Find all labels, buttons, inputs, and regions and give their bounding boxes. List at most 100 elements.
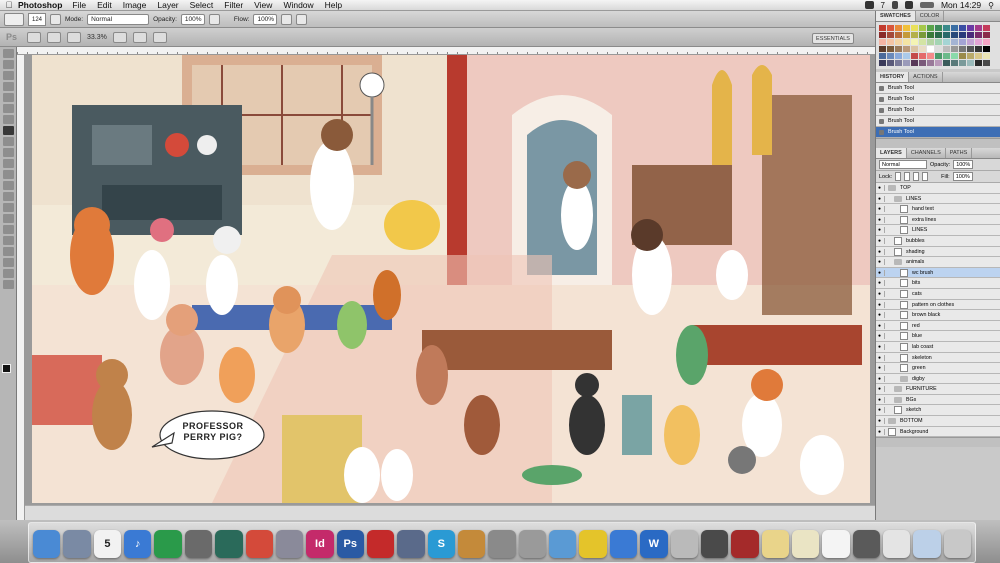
layer-row[interactable]: ● TOP (876, 183, 1000, 194)
layer-row[interactable]: ● BOTTOM (876, 416, 1000, 427)
clone-stamp-tool-icon[interactable] (2, 137, 14, 146)
color-swatch[interactable] (919, 25, 926, 31)
pressure-size-icon[interactable] (296, 13, 308, 25)
color-swatch[interactable] (935, 25, 942, 31)
lasso-tool-icon[interactable] (2, 71, 14, 80)
screen-mode-button[interactable] (152, 31, 167, 43)
color-swatch[interactable] (975, 32, 982, 38)
color-swatch[interactable] (887, 32, 894, 38)
dodge-tool-icon[interactable] (2, 192, 14, 201)
quick-select-tool-icon[interactable] (2, 82, 14, 91)
marquee-tool-icon[interactable] (2, 60, 14, 69)
menu-filter[interactable]: Filter (224, 0, 243, 10)
color-swatch[interactable] (967, 25, 974, 31)
eye-icon[interactable]: ● (878, 322, 885, 329)
eye-icon[interactable]: ● (878, 206, 885, 213)
horizontal-scrollbar[interactable] (25, 505, 875, 520)
color-swatch[interactable] (967, 32, 974, 38)
eye-icon[interactable]: ● (878, 216, 885, 223)
color-swatch[interactable] (911, 32, 918, 38)
launch-bridge-button[interactable] (27, 31, 42, 43)
color-swatch[interactable] (919, 53, 926, 59)
color-swatch[interactable] (951, 32, 958, 38)
color-swatch[interactable] (983, 25, 990, 31)
doc-icon[interactable] (822, 530, 850, 558)
color-swatch[interactable] (935, 46, 942, 52)
color-swatch[interactable] (927, 60, 934, 66)
calendar-icon[interactable]: 5 (93, 530, 122, 558)
color-swatch[interactable] (975, 39, 982, 45)
brush-panel-toggle-icon[interactable] (50, 13, 61, 25)
preview-icon[interactable] (63, 530, 91, 558)
hand-tool-button[interactable] (112, 31, 127, 43)
color-swatch[interactable] (927, 46, 934, 52)
color-swatch[interactable] (943, 53, 950, 59)
ink-pen-icon[interactable] (397, 530, 425, 558)
itunes-icon[interactable]: ♪ (124, 530, 152, 558)
layer-row[interactable]: ● pattern on clothes (876, 299, 1000, 311)
window-icon[interactable] (852, 530, 881, 558)
layer-row[interactable]: ● wc brush (876, 267, 1000, 279)
eye-icon[interactable]: ● (878, 365, 885, 372)
calculator-icon[interactable] (518, 530, 547, 558)
color-swatch[interactable] (983, 39, 990, 45)
fill-field[interactable]: 100% (952, 172, 973, 181)
color-swatch[interactable] (887, 25, 894, 31)
lock-transparency-icon[interactable] (895, 172, 902, 181)
brush-size-picker[interactable]: 124 (28, 12, 46, 26)
word-icon[interactable]: W (640, 530, 668, 558)
color-swatch[interactable] (879, 32, 886, 38)
screen-icon[interactable] (731, 530, 759, 558)
move-tool-icon[interactable] (2, 49, 14, 58)
history-item[interactable]: Brush Tool (876, 94, 1000, 105)
color-swatch[interactable] (879, 25, 886, 31)
clock[interactable]: Mon 14:29 (941, 0, 981, 10)
menu-help[interactable]: Help (325, 0, 342, 10)
eye-icon[interactable]: ● (878, 237, 885, 244)
menu-edit[interactable]: Edit (97, 0, 112, 10)
app-menu[interactable]: Photoshop (18, 0, 62, 10)
pen-tool-icon[interactable] (2, 203, 14, 212)
color-swatch[interactable] (903, 53, 910, 59)
eye-icon[interactable]: ● (878, 407, 885, 414)
crop-tool-icon[interactable] (2, 93, 14, 102)
blend-mode-dropdown[interactable]: Normal (879, 160, 927, 169)
color-swatch[interactable] (951, 39, 958, 45)
eye-icon[interactable]: ● (878, 343, 885, 350)
color-swatch[interactable] (895, 46, 902, 52)
eye-icon[interactable]: ● (878, 333, 885, 340)
color-swatch[interactable] (975, 60, 982, 66)
color-swatch[interactable] (975, 46, 982, 52)
color-swatch[interactable] (959, 39, 966, 45)
menu-window[interactable]: Window (283, 0, 313, 10)
cyberduck-icon[interactable] (579, 530, 607, 558)
color-swatch[interactable] (983, 32, 990, 38)
color-swatch[interactable] (895, 25, 902, 31)
color-swatch[interactable] (919, 46, 926, 52)
layer-row[interactable]: ● hand text (876, 204, 1000, 215)
tab-color[interactable]: COLOR (916, 11, 945, 21)
wunderlist-icon[interactable] (609, 530, 638, 558)
color-swatch[interactable] (959, 32, 966, 38)
eraser-tool-icon[interactable] (2, 159, 14, 168)
color-swatch[interactable] (887, 60, 894, 66)
layer-row[interactable]: ● LINES (876, 225, 1000, 236)
eye-icon[interactable]: ● (878, 227, 885, 234)
menu-view[interactable]: View (254, 0, 272, 10)
blur-tool-icon[interactable] (2, 181, 14, 190)
time-machine-icon[interactable] (215, 530, 243, 558)
color-swatch[interactable] (911, 25, 918, 31)
color-swatch[interactable] (879, 53, 886, 59)
history-brush-tool-icon[interactable] (2, 148, 14, 157)
color-swatch[interactable] (927, 53, 934, 59)
spotify-icon[interactable] (154, 530, 182, 558)
color-swatch[interactable] (919, 39, 926, 45)
tool-preset-picker[interactable] (4, 12, 24, 26)
trash-icon[interactable] (943, 530, 972, 558)
color-swatch[interactable] (911, 46, 918, 52)
color-swatch[interactable] (911, 60, 918, 66)
color-swatch[interactable] (911, 53, 918, 59)
layer-row[interactable]: ● extra lines (876, 214, 1000, 226)
tab-history[interactable]: HISTORY (876, 72, 910, 82)
layer-row[interactable]: ● digby (876, 373, 1000, 385)
